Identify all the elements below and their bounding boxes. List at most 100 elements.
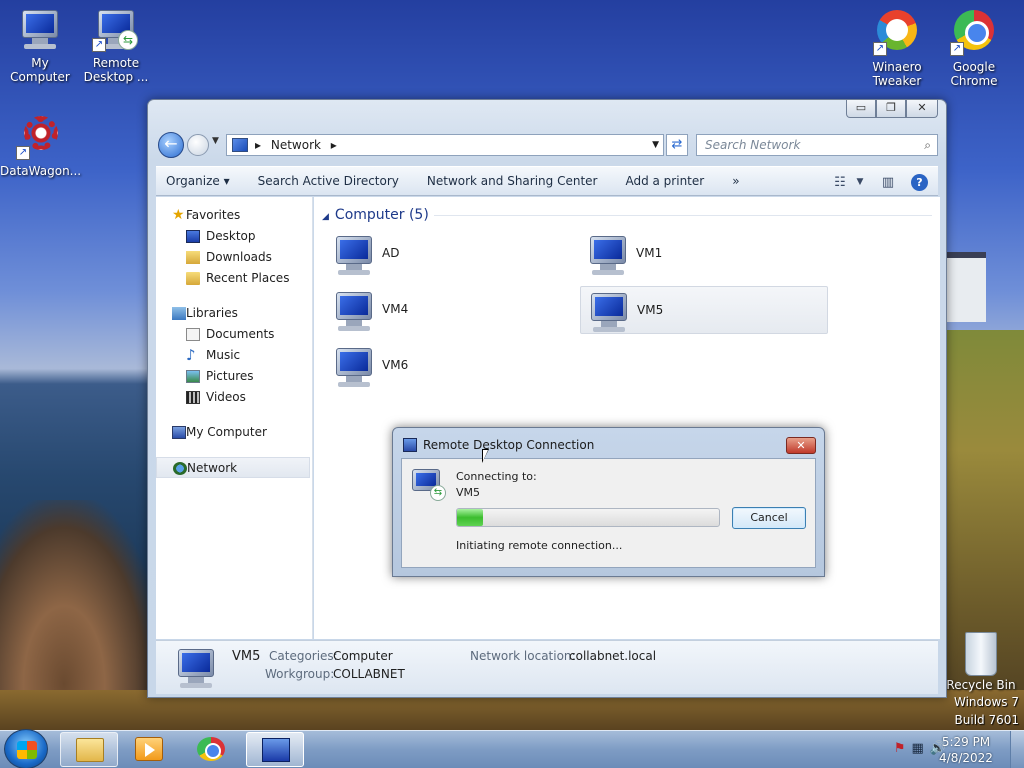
search-active-directory-button[interactable]: Search Active Directory xyxy=(244,174,413,188)
background-house xyxy=(946,252,986,322)
details-workgroup-value: COLLABNET xyxy=(333,667,405,681)
nav-libraries[interactable]: Libraries xyxy=(156,303,312,324)
address-crumb-network[interactable]: Network xyxy=(271,138,321,152)
progress-fill xyxy=(457,509,484,526)
connecting-target: VM5 xyxy=(456,486,481,499)
watermark-line2: Build 7601 xyxy=(954,713,1019,727)
desktop-icon-winaero-tweaker[interactable]: ↗ Winaero Tweaker xyxy=(857,10,937,88)
nav-label: Documents xyxy=(206,327,275,341)
computer-item-vm6[interactable]: VM6 xyxy=(326,342,574,390)
desktop-icon-remote-desktop[interactable]: ⇆ ↗ Remote Desktop ... xyxy=(76,6,156,84)
nav-downloads[interactable]: Downloads xyxy=(156,247,312,268)
view-options-icon[interactable]: ☷ xyxy=(827,175,853,190)
navigation-pane: ★ Favorites Desktop Downloads Recent Plac… xyxy=(156,197,313,639)
nav-desktop[interactable]: Desktop xyxy=(156,226,312,247)
desktop-icon-datawagon[interactable]: ↗ DataWagon... xyxy=(0,114,81,178)
datawagon-gear-icon: ↗ xyxy=(16,114,64,160)
maximize-button[interactable]: ❐ xyxy=(876,100,906,118)
computer-item-vm4[interactable]: VM4 xyxy=(326,286,574,334)
more-commands-button[interactable]: » xyxy=(718,174,753,188)
nav-documents[interactable]: Documents xyxy=(156,324,312,345)
desktop-icon-google-chrome[interactable]: ↗ Google Chrome xyxy=(934,10,1014,88)
documents-icon xyxy=(186,328,200,341)
taskbar-explorer-button[interactable] xyxy=(60,732,118,767)
search-icon[interactable]: ⌕ xyxy=(924,135,931,155)
connection-progress-bar xyxy=(456,508,720,527)
nav-pictures[interactable]: Pictures xyxy=(156,366,312,387)
nav-recent-places[interactable]: Recent Places xyxy=(156,268,312,289)
nav-label: Music xyxy=(206,348,241,362)
connecting-label: Connecting to: xyxy=(456,470,537,483)
nav-label: Libraries xyxy=(186,306,238,320)
network-tray-icon[interactable]: ▦ xyxy=(912,741,924,756)
group-header[interactable]: ◢ Computer (5) xyxy=(322,205,932,225)
show-desktop-button[interactable] xyxy=(1010,731,1024,768)
network-sharing-center-button[interactable]: Network and Sharing Center xyxy=(413,174,612,188)
add-printer-button[interactable]: Add a printer xyxy=(611,174,718,188)
nav-music[interactable]: ♪ Music xyxy=(156,345,312,366)
details-categories-value: Computer xyxy=(333,649,393,663)
nav-label: Recent Places xyxy=(206,271,290,285)
cancel-button[interactable]: Cancel xyxy=(732,507,806,529)
remote-desktop-icon: ⇆ ↗ xyxy=(92,6,140,52)
computer-icon xyxy=(330,232,378,278)
command-bar: Organize ▾ Search Active Directory Netwo… xyxy=(156,166,938,196)
action-center-icon[interactable]: ⚑ xyxy=(894,741,906,756)
desktop-icon-my-computer[interactable]: My Computer xyxy=(0,6,80,84)
minimize-button[interactable]: ▭ xyxy=(846,100,876,118)
nav-my-computer[interactable]: My Computer xyxy=(156,422,312,443)
clock[interactable]: 5:29 PM 4/8/2022 xyxy=(936,734,996,766)
start-button[interactable] xyxy=(4,729,48,768)
desktop-icon-label: Google Chrome xyxy=(950,60,998,88)
recent-pages-dropdown[interactable]: ▼ xyxy=(212,136,219,146)
refresh-button[interactable]: ⇄ xyxy=(666,134,688,156)
nav-network[interactable]: Network xyxy=(156,457,310,478)
downloads-icon xyxy=(186,251,200,264)
close-button[interactable]: ✕ xyxy=(906,100,938,118)
details-location-label: Network location: xyxy=(470,649,576,663)
forward-button[interactable] xyxy=(187,134,209,156)
desktop-icon-label: Recycle Bin xyxy=(946,678,1016,692)
computer-label: VM6 xyxy=(382,358,409,372)
taskbar-media-player-button[interactable] xyxy=(120,732,178,767)
address-separator[interactable]: ▸ xyxy=(255,138,261,152)
view-dropdown-icon[interactable]: ▼ xyxy=(853,177,867,187)
network-icon xyxy=(232,138,248,152)
connection-status: Initiating remote connection... xyxy=(456,539,623,552)
pictures-icon xyxy=(186,370,200,383)
computer-label: VM5 xyxy=(637,303,664,317)
computer-icon xyxy=(172,645,220,691)
computer-label: AD xyxy=(382,246,400,260)
watermark-line1: Windows 7 xyxy=(953,695,1019,709)
remote-desktop-dialog: Remote Desktop Connection ✕ ⇆ Connecting… xyxy=(392,427,825,577)
taskbar-remote-desktop-button[interactable] xyxy=(246,732,304,767)
address-bar[interactable]: ▸ Network ▸ ▼ xyxy=(226,134,664,156)
computer-icon xyxy=(330,288,378,334)
nav-label: Network xyxy=(187,461,238,475)
nav-videos[interactable]: Videos xyxy=(156,387,312,408)
preview-pane-icon[interactable]: ▥ xyxy=(875,175,901,190)
desktop-icon-recycle-bin[interactable]: Recycle Bin xyxy=(946,632,1016,692)
taskbar-chrome-button[interactable] xyxy=(182,732,240,767)
search-placeholder: Search Network xyxy=(705,138,801,152)
folder-icon xyxy=(76,738,104,762)
organize-button[interactable]: Organize ▾ xyxy=(156,174,244,188)
group-header-label: Computer (5) xyxy=(334,207,429,223)
connecting-info: Connecting to: VM5 xyxy=(456,469,537,501)
nav-label: Favorites xyxy=(186,208,241,222)
nav-favorites[interactable]: ★ Favorites xyxy=(156,205,312,226)
help-icon[interactable]: ? xyxy=(911,173,928,191)
nav-label: My Computer xyxy=(186,425,267,439)
taskbar: ⚑ ▦ 🔊 5:29 PM 4/8/2022 xyxy=(0,729,1024,768)
search-input[interactable]: Search Network ⌕ xyxy=(696,134,938,156)
back-button[interactable]: ← xyxy=(158,132,184,158)
address-separator[interactable]: ▸ xyxy=(331,138,337,152)
computer-item-vm5[interactable]: VM5 xyxy=(580,286,828,334)
dialog-body: ⇆ Connecting to: VM5 Cancel Initiating r… xyxy=(401,458,816,568)
computer-item-ad[interactable]: AD xyxy=(326,230,574,278)
computer-item-vm1[interactable]: VM1 xyxy=(580,230,828,278)
computer-icon xyxy=(584,232,632,278)
recycle-bin-icon xyxy=(965,632,997,676)
dialog-close-button[interactable]: ✕ xyxy=(786,437,816,454)
address-dropdown[interactable]: ▼ xyxy=(652,135,659,155)
